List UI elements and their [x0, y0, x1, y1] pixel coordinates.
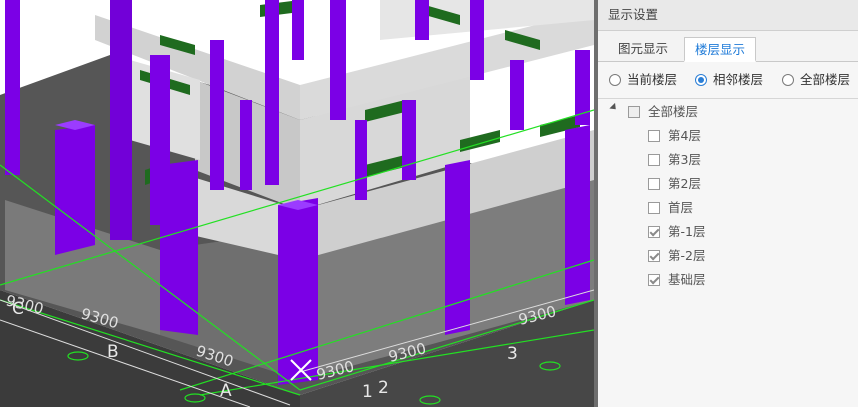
3d-viewport[interactable]: C B A 1 2 3 9300 9300 9300 9300 9300 930…: [0, 0, 594, 407]
tree-item-foundation[interactable]: 基础层: [648, 270, 706, 290]
checkbox-checked-icon[interactable]: [648, 250, 660, 262]
tree-item-floor-4[interactable]: 第4层: [648, 126, 701, 146]
axis-label-3: 3: [507, 344, 518, 364]
tree-item-label: 第2层: [668, 176, 701, 191]
tree-item-label: 基础层: [668, 272, 706, 287]
checkbox-icon[interactable]: [648, 130, 660, 142]
tree-item-floor-b2[interactable]: 第-2层: [648, 246, 705, 266]
tree-item-label: 第4层: [668, 128, 701, 143]
tree-item-floor-2[interactable]: 第2层: [648, 174, 701, 194]
checkbox-icon[interactable]: [648, 202, 660, 214]
radio-adjacent-floor[interactable]: 相邻楼层: [695, 72, 763, 88]
checkbox-icon[interactable]: [648, 178, 660, 190]
axis-label-b: B: [107, 342, 119, 362]
radio-current-floor[interactable]: 当前楼层: [609, 72, 677, 88]
axis-label-a: A: [220, 381, 232, 401]
axis-label-2: 2: [378, 378, 389, 398]
panel-title: 显示设置: [598, 0, 858, 31]
tree-expand-icon[interactable]: [609, 102, 619, 113]
tab-floor-display[interactable]: 楼层显示: [684, 37, 757, 62]
checkbox-checked-icon[interactable]: [648, 226, 660, 238]
axis-label-1: 1: [362, 382, 373, 402]
tab-bar: 图元显示 楼层显示: [598, 31, 858, 62]
radio-label: 当前楼层: [627, 72, 678, 87]
checkbox-icon[interactable]: [648, 154, 660, 166]
tree-item-label: 第3层: [668, 152, 701, 167]
tree-item-label: 第-2层: [668, 248, 706, 263]
tree-root-all-floors[interactable]: 全部楼层: [628, 102, 698, 122]
tree-item-ground-floor[interactable]: 首层: [648, 198, 693, 218]
radio-all-floors[interactable]: 全部楼层: [782, 72, 850, 88]
display-settings-panel: 显示设置 图元显示 楼层显示 当前楼层 相邻楼层 全部楼层 全部楼层 第4层 第…: [594, 0, 858, 407]
tree-item-label: 第-1层: [668, 224, 706, 239]
radio-label: 全部楼层: [800, 72, 851, 87]
radio-selected-icon: [695, 74, 707, 86]
tree-item-label: 首层: [668, 200, 694, 215]
floor-mode-radio-group: 当前楼层 相邻楼层 全部楼层: [598, 62, 858, 99]
radio-circle-icon: [782, 74, 794, 86]
radio-circle-icon: [609, 74, 621, 86]
tree-item-floor-3[interactable]: 第3层: [648, 150, 701, 170]
tree-root-label: 全部楼层: [648, 104, 699, 119]
model-canvas[interactable]: C B A 1 2 3 9300 9300 9300 9300 9300 930…: [0, 0, 594, 407]
checkbox-checked-icon[interactable]: [648, 274, 660, 286]
checkbox-partial-icon[interactable]: [628, 106, 640, 118]
radio-label: 相邻楼层: [713, 72, 764, 87]
tree-item-floor-b1[interactable]: 第-1层: [648, 222, 705, 242]
tab-element-display[interactable]: 图元显示: [608, 37, 678, 61]
